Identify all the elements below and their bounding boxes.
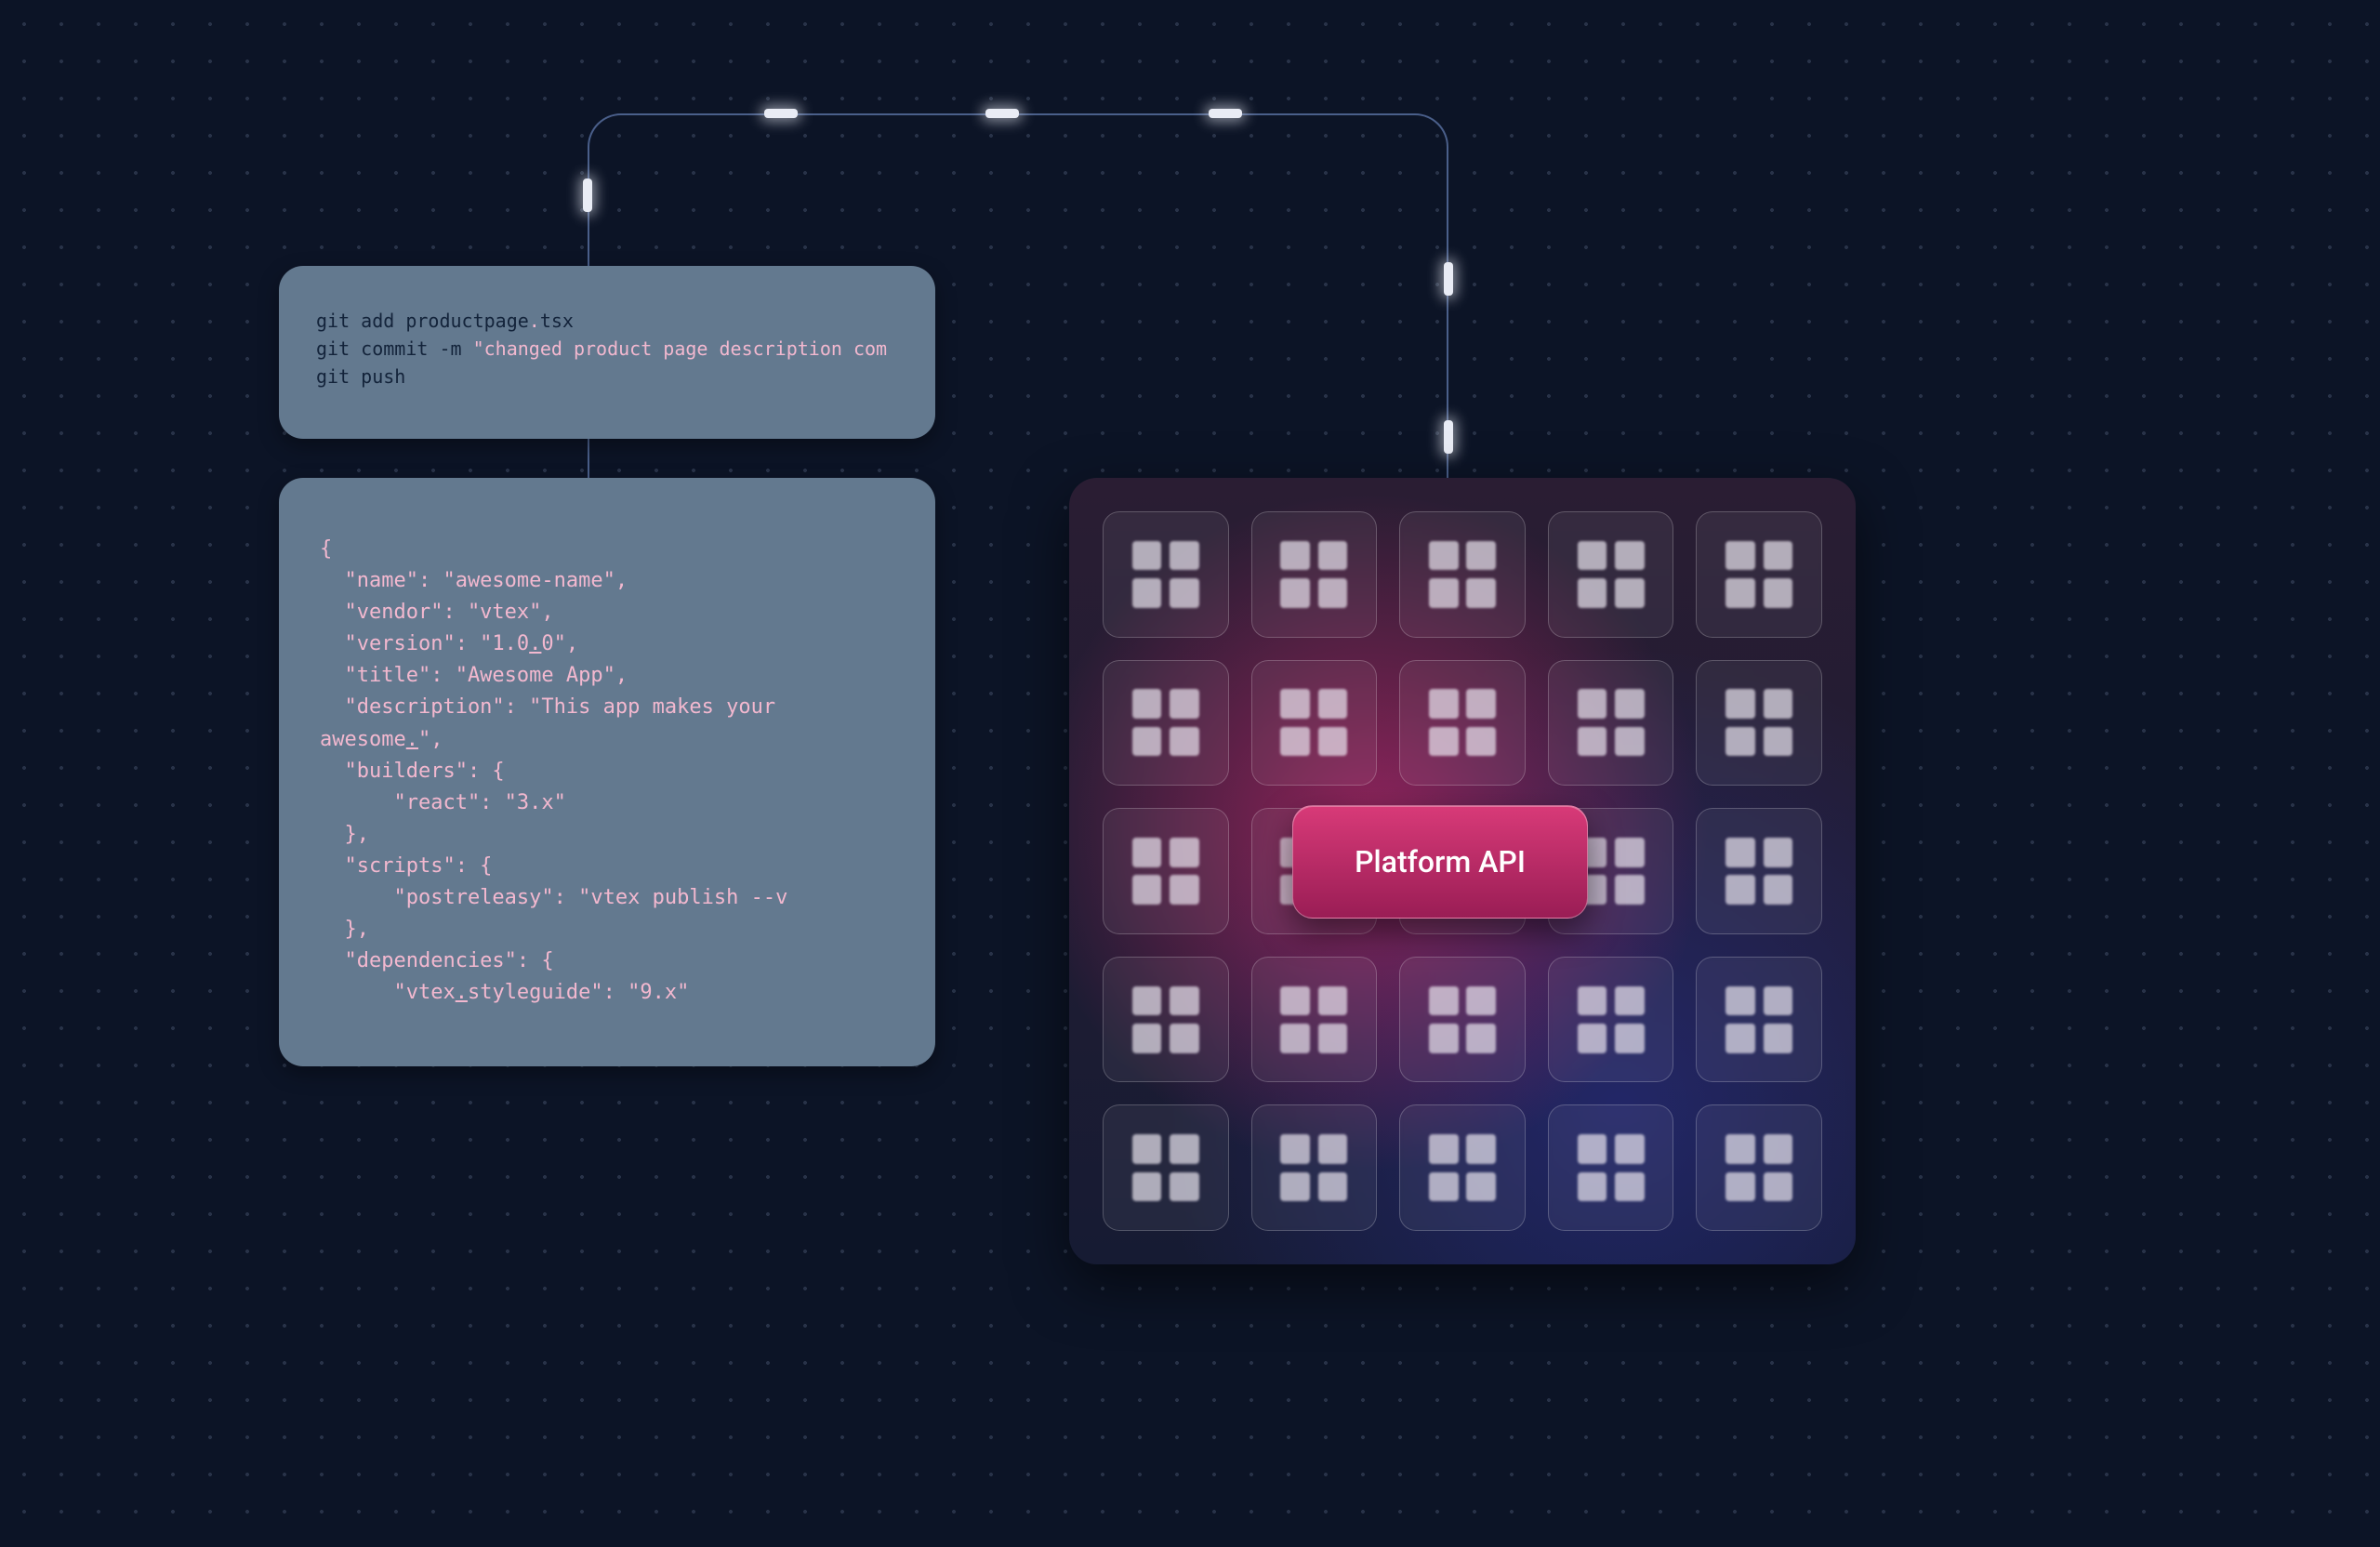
wire-node (1444, 420, 1453, 454)
api-tile (1103, 957, 1229, 1083)
window-icon (1726, 689, 1792, 756)
manifest-content: { "name": "awesome-name", "vendor": "vte… (320, 534, 894, 1009)
window-icon (1578, 689, 1645, 756)
api-tile (1103, 660, 1229, 787)
window-icon (1280, 1134, 1347, 1201)
wire-node (583, 178, 592, 212)
wire-node (1209, 109, 1242, 118)
api-tile (1399, 957, 1526, 1083)
window-icon (1132, 541, 1199, 608)
window-icon (1429, 541, 1496, 608)
wire-node (764, 109, 798, 118)
api-tile (1251, 957, 1378, 1083)
window-icon (1132, 838, 1199, 905)
api-tile (1548, 511, 1674, 638)
api-tile (1399, 1104, 1526, 1231)
window-icon (1726, 1134, 1792, 1201)
api-tile (1251, 511, 1378, 638)
api-tile (1696, 1104, 1822, 1231)
window-icon (1280, 689, 1347, 756)
api-tile (1696, 957, 1822, 1083)
platform-api-badge: Platform API (1292, 805, 1588, 919)
api-tile (1696, 511, 1822, 638)
terminal-card: git add productpage.tsx git commit -m "c… (279, 266, 935, 439)
api-tile (1548, 957, 1674, 1083)
api-tile (1399, 660, 1526, 787)
api-tile (1103, 511, 1229, 638)
wire-node (985, 109, 1019, 118)
wire-node (1444, 262, 1453, 296)
api-tile (1548, 1104, 1674, 1231)
window-icon (1429, 986, 1496, 1053)
api-tile (1103, 1104, 1229, 1231)
window-icon (1726, 541, 1792, 608)
window-icon (1726, 986, 1792, 1053)
window-icon (1578, 541, 1645, 608)
terminal-content: git add productpage.tsx git commit -m "c… (316, 307, 898, 390)
window-icon (1578, 986, 1645, 1053)
api-tile (1696, 808, 1822, 934)
window-icon (1726, 838, 1792, 905)
window-icon (1429, 1134, 1496, 1201)
api-tile (1696, 660, 1822, 787)
platform-api-label: Platform API (1355, 844, 1526, 879)
api-tile (1548, 660, 1674, 787)
window-icon (1578, 1134, 1645, 1201)
api-tile (1399, 511, 1526, 638)
manifest-card: { "name": "awesome-name", "vendor": "vte… (279, 478, 935, 1066)
window-icon (1280, 986, 1347, 1053)
window-icon (1132, 986, 1199, 1053)
api-tile (1251, 660, 1378, 787)
window-icon (1132, 1134, 1199, 1201)
window-icon (1280, 541, 1347, 608)
api-tile (1103, 808, 1229, 934)
window-icon (1132, 689, 1199, 756)
window-icon (1429, 689, 1496, 756)
api-tile (1251, 1104, 1378, 1231)
